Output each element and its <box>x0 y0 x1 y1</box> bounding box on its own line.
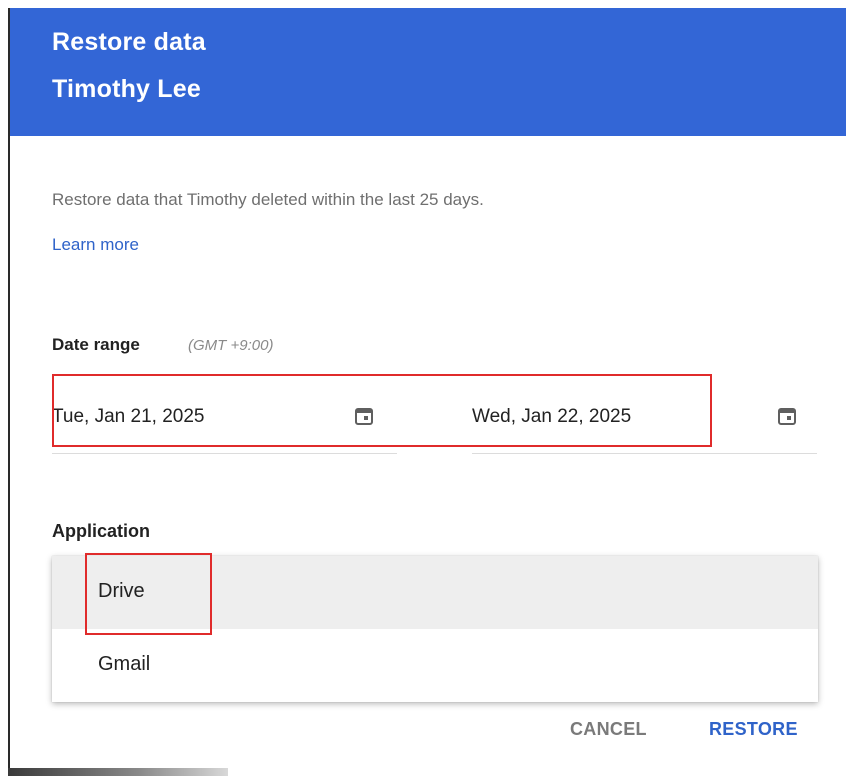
menu-item-label: Gmail <box>98 653 151 675</box>
application-label: Application <box>52 521 150 541</box>
background-window-edge <box>8 768 228 776</box>
dialog-description: Restore data that Timothy deleted within… <box>52 190 484 209</box>
start-date-field[interactable]: Tue, Jan 21, 2025 <box>52 388 397 454</box>
menu-item-label: Drive <box>98 580 145 602</box>
learn-more-link[interactable]: Learn more <box>52 235 139 255</box>
end-date-field[interactable]: Wed, Jan 22, 2025 <box>472 388 817 454</box>
timezone-label: (GMT +9:00) <box>188 337 274 354</box>
restore-button[interactable]: RESTORE <box>709 719 798 740</box>
dialog-title: Restore data <box>52 28 206 56</box>
end-date-value: Wed, Jan 22, 2025 <box>472 406 632 427</box>
dialog-header: Restore data Timothy Lee <box>10 8 846 136</box>
calendar-icon[interactable] <box>354 406 374 426</box>
menu-item-gmail[interactable]: Gmail <box>52 629 818 702</box>
calendar-icon[interactable] <box>777 406 797 426</box>
restore-data-dialog: Restore data Timothy Lee Restore data th… <box>8 8 846 776</box>
application-dropdown-menu: Drive Gmail <box>52 556 818 702</box>
date-range-label: Date range <box>52 335 140 354</box>
start-date-value: Tue, Jan 21, 2025 <box>52 406 205 427</box>
menu-item-drive[interactable]: Drive <box>52 556 818 629</box>
dialog-user-name: Timothy Lee <box>52 75 201 103</box>
cancel-button[interactable]: CANCEL <box>570 719 647 740</box>
